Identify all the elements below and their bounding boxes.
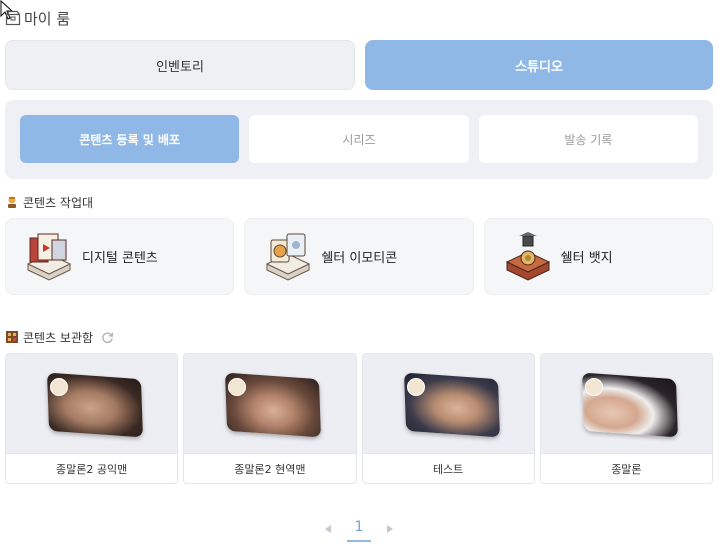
storage-list: 종말론2 공익맨 종말론2 현역맨 테스트 종말론 bbox=[5, 353, 713, 484]
badge-icon bbox=[505, 231, 550, 281]
owner-avatar bbox=[584, 378, 603, 396]
storage-heading-label: 콘텐츠 보관함 bbox=[23, 330, 94, 345]
page-number-current[interactable]: 1 bbox=[346, 519, 372, 542]
worker-icon bbox=[8, 196, 16, 208]
storage-item[interactable]: 종말론2 현역맨 bbox=[183, 353, 357, 484]
top-tab-bar: 인벤토리 스튜디오 bbox=[5, 40, 713, 90]
tab-content-register[interactable]: 콘텐츠 등록 및 배포 bbox=[20, 115, 240, 163]
storage-item-caption: 테스트 bbox=[362, 453, 534, 483]
storage-item[interactable]: 테스트 bbox=[361, 353, 535, 484]
owner-avatar bbox=[406, 378, 425, 396]
room-box-icon bbox=[5, 10, 21, 26]
tab-series[interactable]: 시리즈 bbox=[249, 115, 469, 163]
prev-page-icon[interactable] bbox=[323, 524, 333, 534]
workbench-emoticon[interactable]: 쉘터 이모티콘 bbox=[244, 218, 474, 295]
content-thumbnail bbox=[540, 354, 712, 454]
workbench-digital-content-label: 디지털 콘텐츠 bbox=[82, 251, 158, 266]
workbench-list: 디지털 콘텐츠 쉘터 이모티콘 쉘터 뱃지 bbox=[5, 218, 713, 295]
workbench-digital-content[interactable]: 디지털 콘텐츠 bbox=[5, 218, 235, 295]
workbench-badge[interactable]: 쉘터 뱃지 bbox=[483, 218, 713, 295]
tab-inventory[interactable]: 인벤토리 bbox=[5, 40, 355, 90]
tab-studio[interactable]: 스튜디오 bbox=[365, 40, 713, 90]
tab-send-history[interactable]: 발송 기록 bbox=[478, 115, 698, 163]
workbench-badge-label: 쉘터 뱃지 bbox=[560, 251, 613, 266]
storage-box-icon bbox=[6, 331, 18, 343]
pagination: 1 bbox=[0, 515, 718, 543]
page-title: 마이 룸 bbox=[24, 9, 71, 28]
storage-item-caption: 종말론 bbox=[540, 453, 712, 483]
storage-item[interactable]: 종말론 bbox=[539, 353, 713, 484]
content-thumbnail bbox=[184, 354, 356, 454]
page-header: 마이 룸 bbox=[5, 8, 70, 28]
workbench-heading: 콘텐츠 작업대 bbox=[5, 193, 93, 211]
emoticon-icon bbox=[266, 233, 311, 281]
workbench-heading-label: 콘텐츠 작업대 bbox=[23, 195, 94, 210]
content-thumbnail bbox=[362, 354, 534, 454]
owner-avatar bbox=[50, 378, 68, 396]
storage-item[interactable]: 종말론2 공익맨 bbox=[5, 353, 179, 484]
refresh-icon[interactable] bbox=[101, 331, 114, 344]
content-thumbnail bbox=[6, 354, 178, 454]
storage-item-caption: 종말론2 공익맨 bbox=[6, 453, 178, 483]
storage-item-caption: 종말론2 현역맨 bbox=[184, 453, 356, 483]
workbench-emoticon-label: 쉘터 이모티콘 bbox=[321, 251, 398, 266]
next-page-icon[interactable] bbox=[385, 524, 395, 534]
studio-sub-tab-panel: 콘텐츠 등록 및 배포 시리즈 발송 기록 bbox=[5, 100, 713, 179]
digital-content-icon bbox=[26, 233, 72, 281]
storage-heading: 콘텐츠 보관함 bbox=[5, 328, 114, 346]
